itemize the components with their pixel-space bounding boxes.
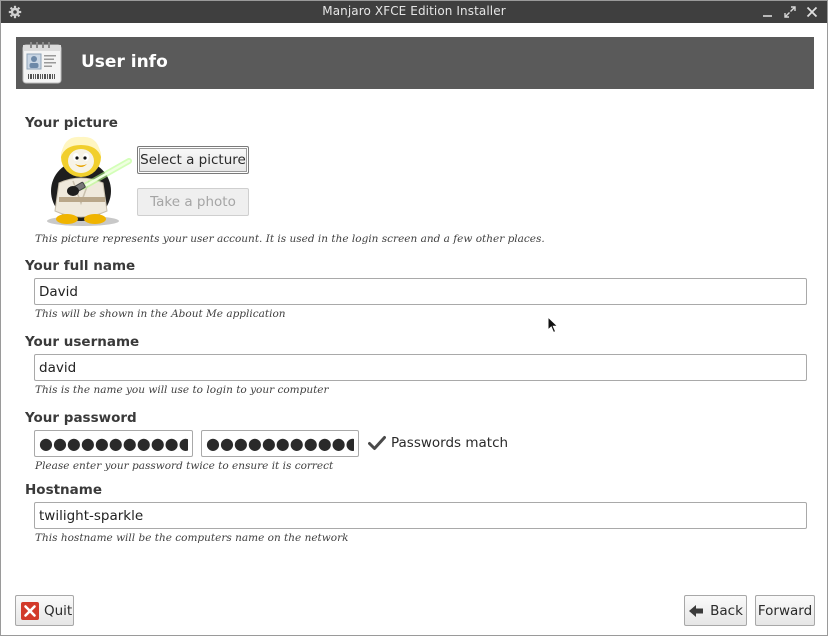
picture-label: Your picture [25, 115, 118, 131]
select-picture-button[interactable]: Select a picture [137, 146, 249, 174]
window-title: Manjaro XFCE Edition Installer [322, 4, 506, 18]
mouse-cursor-icon [547, 316, 559, 334]
password-match-status: Passwords match [368, 434, 508, 452]
installer-window: Manjaro XFCE Edition Installer User info… [0, 0, 828, 636]
password-match-text: Passwords match [391, 435, 509, 451]
fullname-input[interactable] [34, 278, 807, 305]
password-confirm-input[interactable] [201, 430, 359, 457]
picture-hint: This picture represents your user accoun… [35, 233, 545, 245]
title-bar[interactable]: Manjaro XFCE Edition Installer [1, 1, 827, 23]
minimize-icon[interactable] [760, 4, 776, 20]
back-button[interactable]: Back [684, 595, 747, 626]
username-label: Your username [25, 334, 140, 350]
arrow-left-icon [689, 604, 704, 617]
hostname-input[interactable] [34, 502, 807, 529]
close-icon[interactable] [804, 4, 820, 20]
hostname-hint: This hostname will be the computers name… [35, 532, 349, 544]
checkmark-icon [368, 436, 386, 450]
username-input[interactable] [34, 354, 807, 381]
password-input[interactable] [34, 430, 193, 457]
quit-label: Quit [44, 602, 73, 619]
hostname-label: Hostname [25, 482, 103, 498]
fullname-label: Your full name [25, 258, 136, 274]
maximize-icon[interactable] [782, 4, 798, 20]
username-hint: This is the name you will use to login t… [35, 384, 329, 396]
password-hint: Please enter your password twice to ensu… [35, 460, 334, 472]
page-title: User info [81, 52, 168, 72]
password-label: Your password [25, 410, 137, 426]
quit-button[interactable]: Quit [15, 595, 74, 626]
tux-avatar-image[interactable] [37, 133, 133, 229]
forward-button[interactable]: Forward [755, 595, 815, 626]
fullname-hint: This will be shown in the About Me appli… [35, 308, 286, 320]
page-header: User info [16, 37, 814, 89]
id-card-icon [22, 42, 62, 84]
back-label: Back [710, 602, 743, 619]
quit-icon [21, 601, 39, 620]
take-photo-button[interactable]: Take a photo [137, 188, 249, 216]
